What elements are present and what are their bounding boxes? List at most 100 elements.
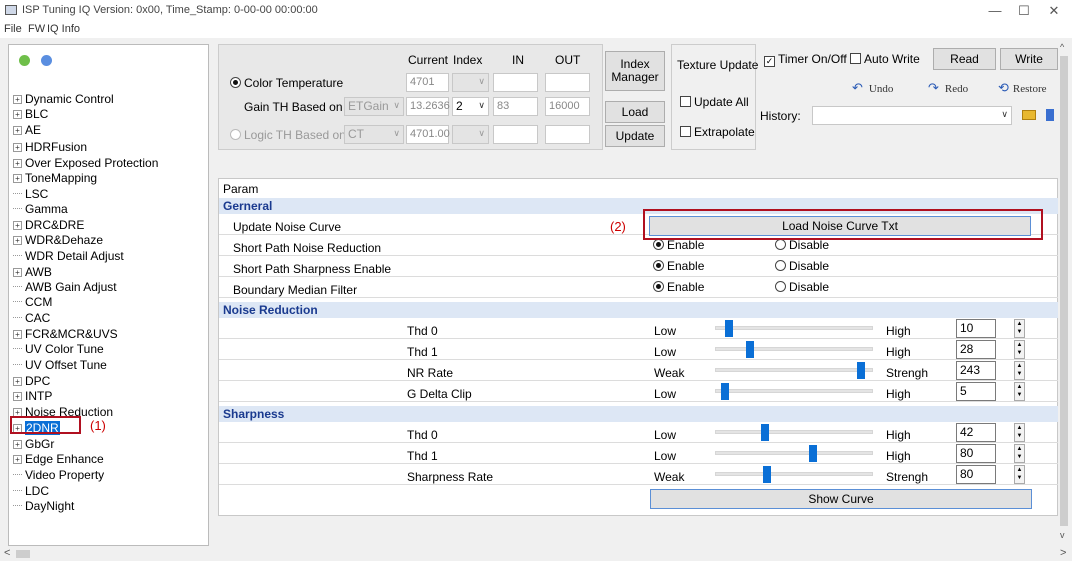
save-icon[interactable] (1046, 109, 1054, 121)
expand-plus-icon[interactable]: + (13, 392, 22, 401)
enable-radio[interactable]: Enable (653, 280, 704, 294)
close-button[interactable]: ✕ (1044, 2, 1064, 20)
slider-track[interactable] (715, 466, 873, 483)
tree-item-ccm[interactable]: CCM (13, 295, 52, 309)
value-spinner[interactable]: ▲ ▼ (1014, 444, 1025, 463)
index-manager-button[interactable]: Index Manager (605, 51, 665, 91)
value-spinner[interactable]: ▲ ▼ (1014, 465, 1025, 484)
expand-plus-icon[interactable]: + (13, 221, 22, 230)
expand-plus-icon[interactable]: + (13, 110, 22, 119)
expand-plus-icon[interactable]: + (13, 268, 22, 277)
tree-item-tonemapping[interactable]: + ToneMapping (13, 171, 97, 185)
value-input[interactable]: 5 (956, 382, 996, 401)
color-temp-current-field[interactable]: 4701 (406, 73, 449, 92)
value-input[interactable]: 243 (956, 361, 996, 380)
color-temperature-radio[interactable]: Color Temperature (230, 76, 343, 90)
gain-th-select[interactable]: ETGain ∨ (344, 97, 404, 116)
tree-item-gamma[interactable]: Gamma (13, 202, 68, 216)
restore-button[interactable]: ⟲ Restore (998, 80, 1047, 96)
tree-item-video-property[interactable]: Video Property (13, 468, 104, 482)
folder-icon[interactable] (1022, 110, 1036, 120)
tree-item-over-exposed-protection[interactable]: + Over Exposed Protection (13, 156, 158, 170)
slider-track[interactable] (715, 383, 873, 400)
tree-item-edge-enhance[interactable]: + Edge Enhance (13, 452, 104, 466)
disable-radio[interactable]: Disable (775, 259, 829, 273)
menu-file[interactable]: File (4, 23, 22, 35)
value-input[interactable]: 80 (956, 444, 996, 463)
tree-item-daynight[interactable]: DayNight (13, 499, 74, 513)
menu-fw[interactable]: FW (28, 23, 45, 35)
logic-th-select[interactable]: CT ∨ (344, 125, 404, 144)
expand-plus-icon[interactable]: + (13, 95, 22, 104)
value-spinner[interactable]: ▲ ▼ (1014, 319, 1025, 338)
tree-item-fcr-mcr-uvs[interactable]: + FCR&MCR&UVS (13, 327, 118, 341)
value-input[interactable]: 42 (956, 423, 996, 442)
slider-thumb[interactable] (761, 424, 769, 441)
value-spinner[interactable]: ▲ ▼ (1014, 361, 1025, 380)
slider-thumb[interactable] (809, 445, 817, 462)
collapse-all-icon[interactable] (41, 55, 52, 66)
slider-track[interactable] (715, 362, 873, 379)
slider-thumb[interactable] (857, 362, 865, 379)
horizontal-scrollbar[interactable]: < > (0, 546, 1072, 561)
slider-track[interactable] (715, 445, 873, 462)
enable-radio[interactable]: Enable (653, 238, 704, 252)
expand-plus-icon[interactable]: + (13, 377, 22, 386)
logic-th-index-select[interactable]: ∨ (452, 125, 489, 144)
tree-item-wdr-dehaze[interactable]: + WDR&Dehaze (13, 233, 103, 247)
tree-item-blc[interactable]: + BLC (13, 107, 48, 121)
expand-all-icon[interactable] (19, 55, 30, 66)
tree-item-uv-color-tune[interactable]: UV Color Tune (13, 342, 104, 356)
extrapolate-checkbox[interactable]: Extrapolate (680, 125, 755, 139)
slider-thumb[interactable] (746, 341, 754, 358)
gain-th-current-field[interactable]: 13.2636 (406, 97, 450, 116)
logic-th-in-field[interactable] (493, 125, 538, 144)
scroll-down-icon[interactable]: v (1060, 530, 1065, 540)
gain-th-out-field[interactable]: 16000 (545, 97, 590, 116)
expand-plus-icon[interactable]: + (13, 143, 22, 152)
slider-track[interactable] (715, 320, 873, 337)
disable-radio[interactable]: Disable (775, 238, 829, 252)
gain-th-in-field[interactable]: 83 (493, 97, 538, 116)
timer-checkbox[interactable]: ✓ Timer On/Off (764, 52, 847, 67)
read-button[interactable]: Read (933, 48, 996, 70)
tree-item-dpc[interactable]: + DPC (13, 374, 50, 388)
gain-th-index-select[interactable]: 2 ∨ (452, 97, 489, 116)
update-all-checkbox[interactable]: Update All (680, 95, 749, 109)
slider-track[interactable] (715, 341, 873, 358)
vertical-scrollbar[interactable]: ^ v (1058, 42, 1070, 544)
enable-radio[interactable]: Enable (653, 259, 704, 273)
disable-radio[interactable]: Disable (775, 280, 829, 294)
tree-item-hdrfusion[interactable]: + HDRFusion (13, 140, 87, 154)
tree-item-cac[interactable]: CAC (13, 311, 50, 325)
write-button[interactable]: Write (1000, 48, 1058, 70)
color-temp-out-field[interactable] (545, 73, 590, 92)
value-input[interactable]: 28 (956, 340, 996, 359)
show-curve-button[interactable]: Show Curve (650, 489, 1032, 509)
history-select[interactable]: ∨ (812, 106, 1012, 125)
scroll-right-icon[interactable]: > (1060, 547, 1066, 559)
tree-item-awb[interactable]: + AWB (13, 265, 52, 279)
color-temp-in-field[interactable] (493, 73, 538, 92)
tree-item-lsc[interactable]: LSC (13, 187, 48, 201)
update-button[interactable]: Update (605, 125, 665, 147)
redo-button[interactable]: ↷ Redo (928, 80, 968, 96)
menu-iq-info[interactable]: IQ Info (47, 23, 80, 35)
value-spinner[interactable]: ▲ ▼ (1014, 340, 1025, 359)
slider-thumb[interactable] (763, 466, 771, 483)
tree-item-intp[interactable]: + INTP (13, 389, 52, 403)
tree-item-wdr-detail-adjust[interactable]: WDR Detail Adjust (13, 249, 124, 263)
value-input[interactable]: 10 (956, 319, 996, 338)
minimize-button[interactable]: — (985, 2, 1005, 20)
expand-plus-icon[interactable]: + (13, 159, 22, 168)
undo-button[interactable]: ↶ Undo (852, 80, 893, 96)
tree-item-dynamic-control[interactable]: + Dynamic Control (13, 92, 114, 106)
scroll-thumb[interactable] (16, 550, 30, 558)
logic-th-radio[interactable]: Logic TH Based on (230, 128, 346, 142)
value-input[interactable]: 80 (956, 465, 996, 484)
logic-th-current-field[interactable]: 4701.00 (406, 125, 450, 144)
expand-plus-icon[interactable]: + (13, 236, 22, 245)
tree-item-drc-dre[interactable]: + DRC&DRE (13, 218, 84, 232)
tree-item-awb-gain-adjust[interactable]: AWB Gain Adjust (13, 280, 117, 294)
slider-thumb[interactable] (725, 320, 733, 337)
